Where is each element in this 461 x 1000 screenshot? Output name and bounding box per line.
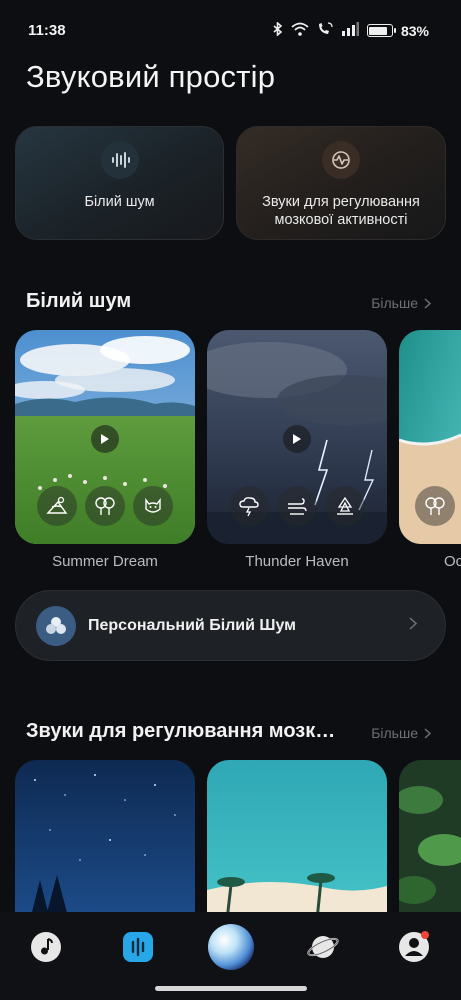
tropical-beach-image: [207, 760, 387, 920]
music-note-icon[interactable]: [29, 930, 63, 964]
chevron-right-icon: [409, 617, 417, 630]
sound-card-thunder-haven[interactable]: [207, 330, 387, 544]
more-label: Більше: [371, 725, 418, 741]
battery-icon: [366, 24, 396, 37]
personal-white-noise-label: Персональний Білий Шум: [88, 616, 297, 634]
brain-more-link[interactable]: Більше: [371, 725, 431, 741]
wind-field-icon[interactable]: [277, 486, 317, 526]
profile-icon[interactable]: [397, 930, 431, 964]
sound-chips: [207, 486, 387, 526]
storm-cloud-icon[interactable]: [229, 486, 269, 526]
sound-name: Summer Dream: [52, 553, 158, 570]
personal-white-noise-button[interactable]: Персональний Білий Шум: [15, 590, 446, 661]
more-label: Більше: [371, 295, 418, 311]
sound-card-summer-dream[interactable]: [15, 330, 195, 544]
category-label: Білий шум: [84, 194, 155, 210]
play-button[interactable]: [91, 425, 119, 453]
trees-rain-icon[interactable]: [85, 486, 125, 526]
status-bar: 11:38 83%: [0, 0, 461, 62]
play-button[interactable]: [283, 425, 311, 453]
sound-bars-icon[interactable]: [121, 930, 155, 964]
category-white-noise[interactable]: Білий шум: [15, 126, 224, 240]
play-icon: [101, 434, 109, 444]
status-time: 11:38: [28, 22, 66, 39]
chevron-right-icon: [424, 297, 431, 309]
sound-chips: [15, 486, 195, 526]
white-noise-more-link[interactable]: Більше: [371, 295, 431, 311]
signal-icon: [341, 22, 359, 39]
sound-chips: [399, 486, 461, 526]
bluetooth-icon: [273, 21, 283, 39]
pulse-icon: [322, 141, 360, 179]
trees-rain-icon[interactable]: [415, 486, 455, 526]
play-icon: [293, 434, 301, 444]
home-indicator[interactable]: [155, 986, 307, 991]
sound-card-ocean[interactable]: [399, 330, 461, 544]
white-noise-section-title: Білий шум: [26, 290, 132, 312]
tropical-leaves-image: [399, 760, 461, 920]
planet-icon[interactable]: [306, 930, 340, 964]
category-label: Звуки для регулювання мозкової активност…: [262, 194, 420, 228]
status-icons: 83%: [273, 21, 429, 39]
page-title: Звуковий простір: [26, 59, 276, 94]
orb-icon[interactable]: [206, 922, 256, 972]
brain-section-title: Звуки для регулювання мозк…: [26, 720, 336, 742]
brain-card-tropical-beach[interactable]: [207, 760, 387, 920]
sound-name: Thunder Haven: [245, 553, 349, 570]
battery-percent: 83%: [400, 22, 429, 39]
soundwave-icon: [100, 141, 139, 179]
campfire-icon[interactable]: [325, 486, 365, 526]
night-sky-image: [15, 760, 195, 920]
wifi-icon: [291, 22, 309, 39]
category-brain-sounds[interactable]: Звуки для регулювання мозкової активност…: [236, 126, 446, 240]
wifi-call-icon: [317, 22, 333, 39]
chevron-right-icon: [424, 727, 431, 739]
brain-card-night-sky[interactable]: [15, 760, 195, 920]
circles-icon: [36, 605, 76, 646]
cat-icon[interactable]: [133, 486, 173, 526]
brain-card-leaves[interactable]: [399, 760, 461, 920]
sound-name: Oc: [444, 553, 461, 570]
picnic-icon[interactable]: [37, 486, 77, 526]
